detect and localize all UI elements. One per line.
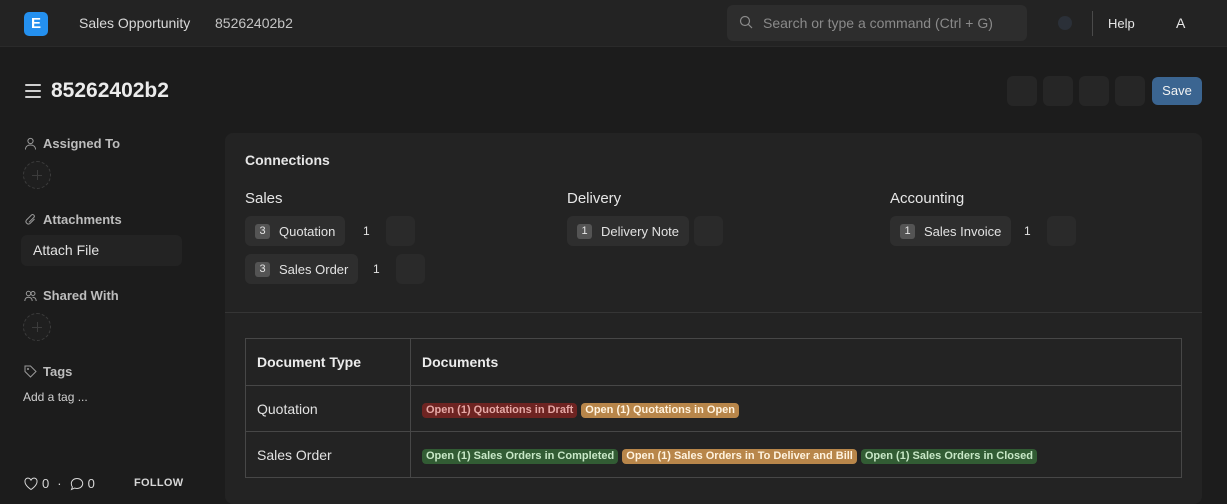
tag-icon (24, 365, 37, 378)
comments-count: 0 (87, 476, 95, 491)
user-icon (25, 137, 36, 150)
navbar-divider (1092, 11, 1093, 36)
search-icon (739, 15, 753, 29)
delivery-note-count: 1 (577, 223, 592, 239)
users-icon (24, 290, 37, 302)
row-badges: Open (1) Sales Orders in Completed Open (… (410, 431, 1182, 478)
group-sales-title: Sales (245, 190, 283, 207)
breadcrumb-record[interactable]: 85262402b2 (215, 15, 293, 31)
sales-order-label: Sales Order (279, 261, 349, 277)
status-badge[interactable]: Open (1) Sales Orders in Closed (860, 448, 1037, 464)
more-actions-button[interactable] (1115, 76, 1145, 106)
header-document-type: Document Type (245, 338, 411, 386)
heart-icon[interactable] (24, 477, 38, 491)
help-menu[interactable]: Help (1108, 16, 1135, 31)
row-type-sales-order: Sales Order (245, 431, 411, 478)
user-avatar[interactable]: A (1176, 15, 1185, 31)
search-bar[interactable] (727, 5, 1027, 41)
sales-invoice-open-count[interactable]: 1 (1024, 224, 1031, 238)
group-accounting-title: Accounting (890, 190, 965, 207)
follow-button[interactable]: FOLLOW (134, 477, 183, 489)
delivery-note-label: Delivery Note (601, 223, 680, 239)
sales-invoice-new-button[interactable] (1047, 216, 1076, 246)
tags-label: Tags (24, 364, 72, 379)
connection-delivery-note[interactable]: 1 Delivery Note (567, 216, 690, 246)
delivery-note-new-button[interactable] (694, 216, 723, 246)
comment-icon[interactable] (70, 477, 84, 491)
likes-count: 0 (42, 476, 50, 491)
top-navbar: E Sales Opportunity 85262402b2 Help A (0, 0, 1227, 47)
table-row: Sales Order Open (1) Sales Orders in Com… (245, 431, 1182, 478)
connection-sales-invoice[interactable]: 1 Sales Invoice (890, 216, 1012, 246)
sales-invoice-label: Sales Invoice (924, 223, 1002, 239)
status-badge[interactable]: Open (1) Sales Orders in Completed (422, 448, 619, 464)
table-header-row: Document Type Documents (245, 338, 1182, 386)
connection-sales-order[interactable]: 3 Sales Order (245, 254, 359, 284)
table-row: Quotation Open (1) Quotations in Draft Op… (245, 385, 1182, 432)
search-input[interactable] (763, 5, 1018, 41)
assigned-to-label: Assigned To (24, 136, 120, 151)
status-badge[interactable]: Open (1) Quotations in Open (581, 402, 740, 418)
prev-record-button[interactable] (1007, 76, 1037, 106)
documents-table: Document Type Documents Quotation Open (… (245, 338, 1182, 478)
header-documents: Documents (410, 338, 1182, 386)
group-delivery-title: Delivery (567, 190, 622, 207)
app-logo[interactable]: E (24, 12, 48, 36)
connections-title: Connections (245, 152, 330, 168)
row-type-quotation: Quotation (245, 385, 411, 432)
sales-order-count: 3 (255, 261, 270, 277)
connections-card: Connections Sales Delivery Accounting 3 … (225, 133, 1202, 504)
next-record-button[interactable] (1043, 76, 1073, 106)
page-title: 85262402b2 (51, 79, 169, 102)
likes-comments: 0 · 0 (24, 476, 95, 491)
sales-order-new-button[interactable] (396, 254, 425, 284)
attachments-label: Attachments (24, 212, 122, 227)
notification-icon[interactable] (1058, 16, 1072, 30)
save-button[interactable]: Save (1152, 77, 1202, 105)
status-badge[interactable]: Open (1) Quotations in Draft (422, 402, 578, 418)
card-divider (225, 312, 1202, 313)
paperclip-icon (25, 214, 35, 225)
quotation-count: 3 (255, 223, 270, 239)
add-tag-link[interactable]: Add a tag ... (23, 390, 88, 404)
share-add-button[interactable] (23, 313, 51, 341)
breadcrumb-sales-opportunity[interactable]: Sales Opportunity (79, 15, 190, 31)
attach-file-button[interactable]: Attach File (21, 235, 182, 266)
row-badges: Open (1) Quotations in Draft Open (1) Quo… (410, 385, 1182, 432)
status-badge[interactable]: Open (1) Sales Orders in To Deliver and … (622, 448, 857, 464)
shared-with-label: Shared With (24, 288, 119, 303)
separator-dot: · (57, 476, 62, 491)
sales-invoice-count: 1 (900, 223, 915, 239)
quotation-new-button[interactable] (386, 216, 415, 246)
sales-order-open-count[interactable]: 1 (373, 262, 380, 276)
connection-quotation[interactable]: 3 Quotation (245, 216, 346, 246)
quotation-open-count[interactable]: 1 (363, 224, 370, 238)
sidebar-toggle-icon[interactable] (25, 84, 41, 98)
print-button[interactable] (1079, 76, 1109, 106)
quotation-label: Quotation (279, 223, 336, 239)
assign-add-button[interactable] (23, 161, 51, 189)
